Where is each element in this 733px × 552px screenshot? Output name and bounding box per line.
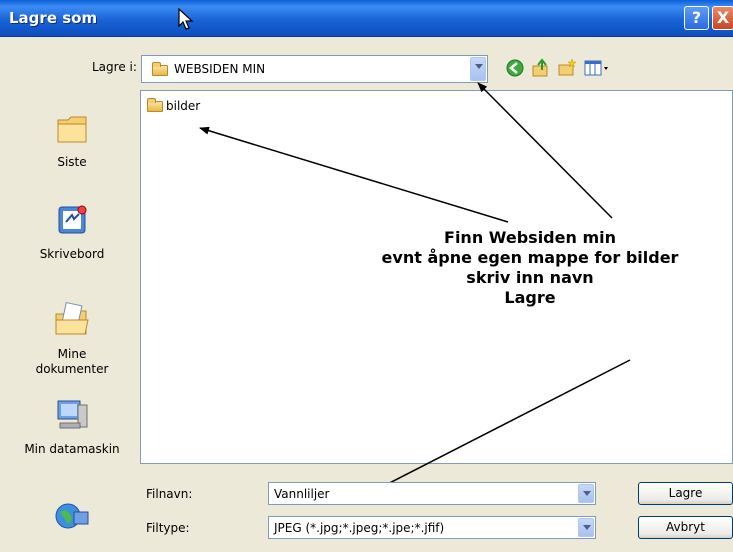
filetype-value: JPEG (*.jpg;*.jpeg;*.jpe;*.jfif) bbox=[274, 521, 445, 535]
arrow-to-save-in bbox=[477, 82, 613, 219]
annotation-text: Finn Websiden min evnt åpne egen mappe f… bbox=[325, 228, 733, 308]
filename-field[interactable]: Vannliljer bbox=[268, 482, 596, 505]
cancel-button[interactable]: Avbryt bbox=[638, 516, 733, 539]
annotation-line-3: skriv inn navn bbox=[466, 268, 594, 287]
save-button[interactable]: Lagre bbox=[638, 482, 733, 505]
annotation-line-1: Finn Websiden min bbox=[444, 228, 616, 247]
chevron-down-icon[interactable] bbox=[578, 518, 594, 537]
chevron-down-icon[interactable] bbox=[578, 484, 594, 503]
filename-label: Filnavn: bbox=[146, 487, 193, 501]
filetype-label: Filtype: bbox=[146, 521, 190, 535]
annotation-line-4: Lagre bbox=[504, 288, 556, 307]
filetype-select[interactable]: JPEG (*.jpg;*.jpeg;*.jpe;*.jfif) bbox=[268, 516, 596, 539]
arrow-to-filename bbox=[367, 359, 631, 495]
arrow-to-folder bbox=[199, 126, 509, 223]
annotation-line-2: evnt åpne egen mappe for bilder bbox=[381, 248, 679, 267]
filename-value: Vannliljer bbox=[274, 487, 330, 501]
